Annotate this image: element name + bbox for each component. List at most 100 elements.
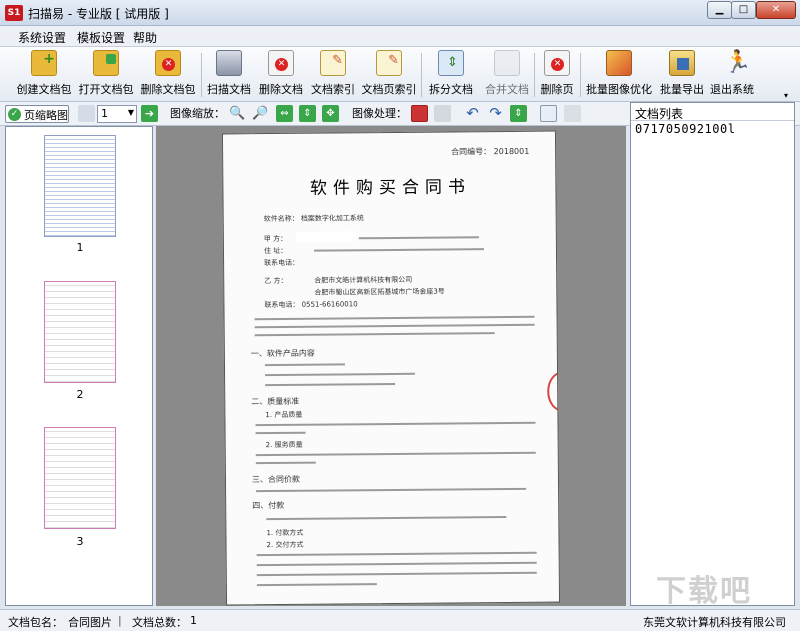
page-index-button[interactable]: ✎ 文档页索引 (360, 50, 418, 100)
toolbar-separator (580, 53, 581, 97)
menu-help[interactable]: 帮助 (133, 29, 157, 46)
process-label: 图像处理： (352, 107, 407, 120)
document-delete-icon: ✕ (268, 50, 294, 76)
close-button[interactable]: ✕ (756, 1, 796, 19)
thumbnail-tab[interactable]: ✓ 页缩略图 (5, 105, 69, 123)
thumbnail-page[interactable] (44, 281, 116, 383)
exit-system-button[interactable]: 🏃 退出系统 (708, 50, 756, 100)
text-line (264, 363, 345, 367)
split-document-label: 拆分文档 (429, 83, 473, 96)
contract-number: 合同编号： 2018001 (451, 146, 530, 157)
deskew-icon[interactable] (540, 105, 557, 122)
party-b-label: 乙 方： (264, 276, 288, 286)
party-a-contact: 联系电话： (264, 258, 300, 268)
delete-page-button[interactable]: ✕ 删除页 (537, 50, 577, 100)
crop-icon[interactable] (411, 105, 428, 122)
text-line (313, 248, 484, 252)
export-icon (669, 50, 695, 76)
app-logo-icon: S1 (5, 5, 23, 21)
status-divider: | (118, 614, 122, 627)
status-bar: 文档包名： 合同图片 | 文档总数： 1 东莞文软计算机科技有限公司 (0, 609, 800, 631)
exit-icon: 🏃 (724, 50, 752, 75)
text-line (256, 487, 527, 493)
split-document-button[interactable]: ⇕ 拆分文档 (424, 50, 478, 100)
section-heading: 三、合同价款 (251, 474, 301, 485)
section-heading: 一、软件产品内容 (250, 348, 315, 359)
document-count-value: 1 (190, 614, 197, 627)
delete-document-button[interactable]: ✕ 删除文档 (256, 50, 306, 100)
document-viewer[interactable]: 合同编号： 2018001 软件购买合同书 软件名称： 档案数字化加工系统 甲 … (156, 126, 626, 606)
filter-icon[interactable] (434, 105, 451, 122)
toolbar-separator (421, 53, 422, 97)
fit-height-icon[interactable]: ⇕ (299, 105, 316, 122)
next-page-icon[interactable]: ➔ (141, 105, 158, 122)
chevron-down-icon: ▼ (127, 108, 134, 117)
document-index-icon: ✎ (320, 50, 346, 76)
exit-system-label: 退出系统 (710, 83, 754, 96)
flip-vertical-icon[interactable]: ⇕ (510, 105, 527, 122)
contract-title: 软件购买合同书 (309, 177, 472, 199)
merge-document-button[interactable]: 合并文档 (482, 50, 532, 100)
scanned-page: 合同编号： 2018001 软件购买合同书 软件名称： 档案数字化加工系统 甲 … (221, 130, 561, 606)
rotate-right-icon[interactable]: ↷ (487, 105, 504, 122)
menu-system-settings[interactable]: 系统设置 (18, 29, 66, 46)
thumbnail-panel: 1 2 3 (5, 126, 153, 606)
thumbnail-tab-label: 页缩略图 (24, 109, 68, 122)
text-line (256, 583, 377, 587)
fit-width-icon[interactable]: ⇔ (276, 105, 293, 122)
section-heading: 四、付款 (252, 500, 285, 511)
minimize-button[interactable]: ▁ (707, 1, 732, 19)
image-optimize-icon (606, 50, 632, 76)
folder-delete-icon: ✕ (155, 50, 181, 76)
text-line (255, 421, 536, 427)
site-watermark: 下载吧 (656, 574, 752, 609)
party-a-address: 住 址： (263, 246, 288, 256)
zoom-label: 图像缩放： (170, 107, 225, 120)
batch-export-label: 批量导出 (660, 83, 704, 96)
scan-document-button[interactable]: 扫描文档 (204, 50, 254, 100)
previous-page-icon[interactable] (78, 105, 95, 122)
zoom-in-icon[interactable]: 🔍 (229, 105, 246, 122)
document-index-button[interactable]: ✎ 文档索引 (308, 50, 358, 100)
fit-page-icon[interactable]: ✥ (322, 105, 339, 122)
toolbar-separator (534, 53, 535, 97)
section-heading: 2. 交付方式 (266, 540, 304, 550)
page-select[interactable]: 1 ▼ (97, 105, 137, 123)
red-seal-stamp (547, 371, 561, 412)
save-image-icon[interactable] (564, 105, 581, 122)
batch-export-button[interactable]: 批量导出 (657, 50, 707, 100)
text-line (254, 315, 535, 321)
create-package-button[interactable]: + 创建文档包 (14, 50, 74, 100)
folder-open-icon (93, 50, 119, 76)
section-heading: 二、质量标准 (251, 396, 300, 407)
menu-template-settings[interactable]: 模板设置 (77, 29, 125, 46)
page-index-label: 文档页索引 (361, 83, 417, 96)
scanner-icon (216, 50, 242, 76)
party-b-address: 合肥市蜀山区高新区拓基城市广场金座3号 (314, 287, 445, 297)
delete-page-label: 删除页 (540, 83, 574, 96)
page-select-value: 1 (101, 107, 108, 120)
section-heading: 1. 产品质量 (265, 410, 303, 420)
batch-optimize-label: 批量图像优化 (586, 83, 652, 96)
batch-optimize-button[interactable]: 批量图像优化 (583, 50, 655, 100)
thumbnail-page[interactable] (44, 135, 116, 237)
zoom-out-icon[interactable]: 🔎 (252, 105, 269, 122)
split-icon: ⇕ (438, 50, 464, 76)
toolbar-overflow-icon[interactable]: ▾ (784, 91, 788, 100)
delete-document-label: 删除文档 (259, 83, 303, 96)
open-package-button[interactable]: 打开文档包 (76, 50, 136, 100)
rotate-left-icon[interactable]: ↶ (464, 105, 481, 122)
page-delete-icon: ✕ (544, 50, 570, 76)
merge-icon (494, 50, 520, 76)
delete-package-button[interactable]: ✕ 删除文档包 (138, 50, 198, 100)
redacted-block (295, 231, 356, 242)
text-line (265, 382, 396, 387)
thumbnail-page[interactable] (44, 427, 116, 529)
thumbnail-number: 2 (76, 388, 84, 401)
document-list-panel: 文档列表 071705092100l (630, 102, 795, 606)
document-count-label: 文档总数： (132, 616, 187, 629)
document-list-item[interactable]: 071705092100l (631, 121, 794, 137)
maximize-button[interactable]: □ (731, 1, 756, 19)
company-name: 东莞文软计算机科技有限公司 (643, 616, 786, 629)
party-b-phone: 联系电话： 0551-66160010 (264, 300, 358, 310)
